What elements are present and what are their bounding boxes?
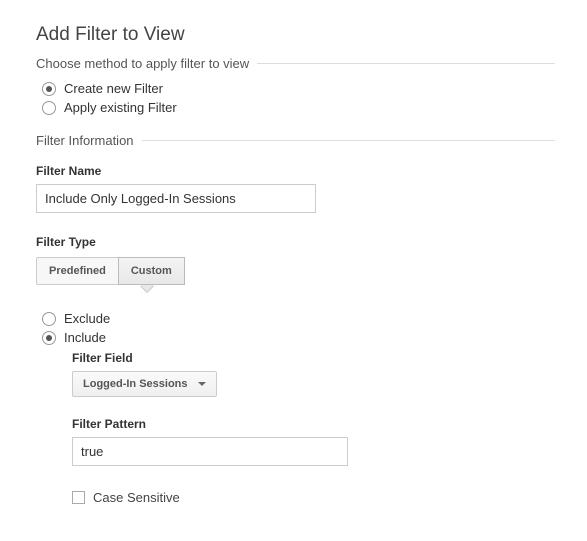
checkbox-icon — [72, 491, 85, 504]
filter-info-legend-text: Filter Information — [36, 133, 134, 148]
filter-field-value: Logged-In Sessions — [83, 378, 188, 390]
filter-field-label: Filter Field — [72, 351, 555, 365]
divider — [257, 63, 555, 64]
tab-predefined[interactable]: Predefined — [36, 257, 118, 285]
radio-create-new-filter[interactable]: Create new Filter — [42, 81, 555, 96]
filter-type-label: Filter Type — [36, 235, 555, 249]
filter-info-legend: Filter Information — [36, 133, 555, 148]
filter-name-input[interactable] — [36, 184, 316, 213]
filter-field-dropdown[interactable]: Logged-In Sessions — [72, 371, 217, 397]
tab-pointer-icon — [140, 285, 154, 292]
radio-label: Apply existing Filter — [64, 100, 177, 115]
checkbox-case-sensitive[interactable]: Case Sensitive — [72, 490, 555, 505]
checkbox-label: Case Sensitive — [93, 490, 180, 505]
method-legend-text: Choose method to apply filter to view — [36, 56, 249, 71]
page-title: Add Filter to View — [36, 24, 555, 46]
divider — [142, 140, 555, 141]
method-legend: Choose method to apply filter to view — [36, 56, 555, 71]
radio-icon — [42, 101, 56, 115]
radio-include[interactable]: Include — [42, 330, 555, 345]
filter-pattern-input[interactable] — [72, 437, 348, 466]
radio-icon — [42, 331, 56, 345]
filter-name-label: Filter Name — [36, 164, 555, 178]
tab-custom[interactable]: Custom — [118, 257, 185, 285]
radio-icon — [42, 82, 56, 96]
radio-exclude[interactable]: Exclude — [42, 311, 555, 326]
radio-label: Create new Filter — [64, 81, 163, 96]
radio-icon — [42, 312, 56, 326]
radio-label: Exclude — [64, 311, 110, 326]
filter-pattern-label: Filter Pattern — [72, 417, 555, 431]
radio-apply-existing-filter[interactable]: Apply existing Filter — [42, 100, 555, 115]
radio-label: Include — [64, 330, 106, 345]
chevron-down-icon — [198, 382, 206, 386]
filter-type-tabs: Predefined Custom — [36, 257, 185, 285]
